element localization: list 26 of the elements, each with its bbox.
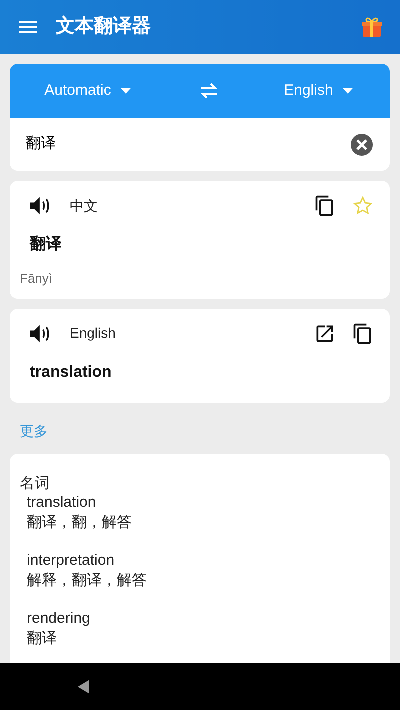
target-language-dropdown[interactable]: English <box>278 76 362 106</box>
clear-icon <box>350 132 374 156</box>
app-title: 文本翻译器 <box>56 14 152 39</box>
star-icon <box>352 195 374 217</box>
part-of-speech: 名词 <box>20 474 51 493</box>
dictionary-word: translation <box>27 493 98 512</box>
gift-icon[interactable] <box>360 15 384 39</box>
language-label: 中文 <box>70 196 99 216</box>
more-link[interactable]: 更多 <box>20 420 48 442</box>
dictionary-meanings: 翻译 <box>27 628 58 648</box>
star-button[interactable] <box>352 195 374 217</box>
dictionary-word: interpretation <box>27 551 116 570</box>
language-label: English <box>70 324 117 343</box>
translation-text: 翻译 <box>30 234 63 255</box>
dictionary-word: rendering <box>27 609 92 628</box>
text-input[interactable]: 翻译 <box>26 133 342 156</box>
translation-text: translation <box>30 362 113 382</box>
copy-button[interactable] <box>352 322 374 344</box>
copy-icon <box>314 195 336 217</box>
dictionary-meanings: 解释，翻译，解答 <box>27 570 148 590</box>
copy-icon <box>352 322 374 344</box>
source-language-dropdown[interactable]: Automatic <box>38 76 140 106</box>
copy-button[interactable] <box>314 195 336 217</box>
pinyin-text: Fānyì <box>20 270 54 288</box>
dictionary-meanings: 翻译，翻，解答 <box>27 512 133 532</box>
clear-button[interactable] <box>350 132 374 156</box>
